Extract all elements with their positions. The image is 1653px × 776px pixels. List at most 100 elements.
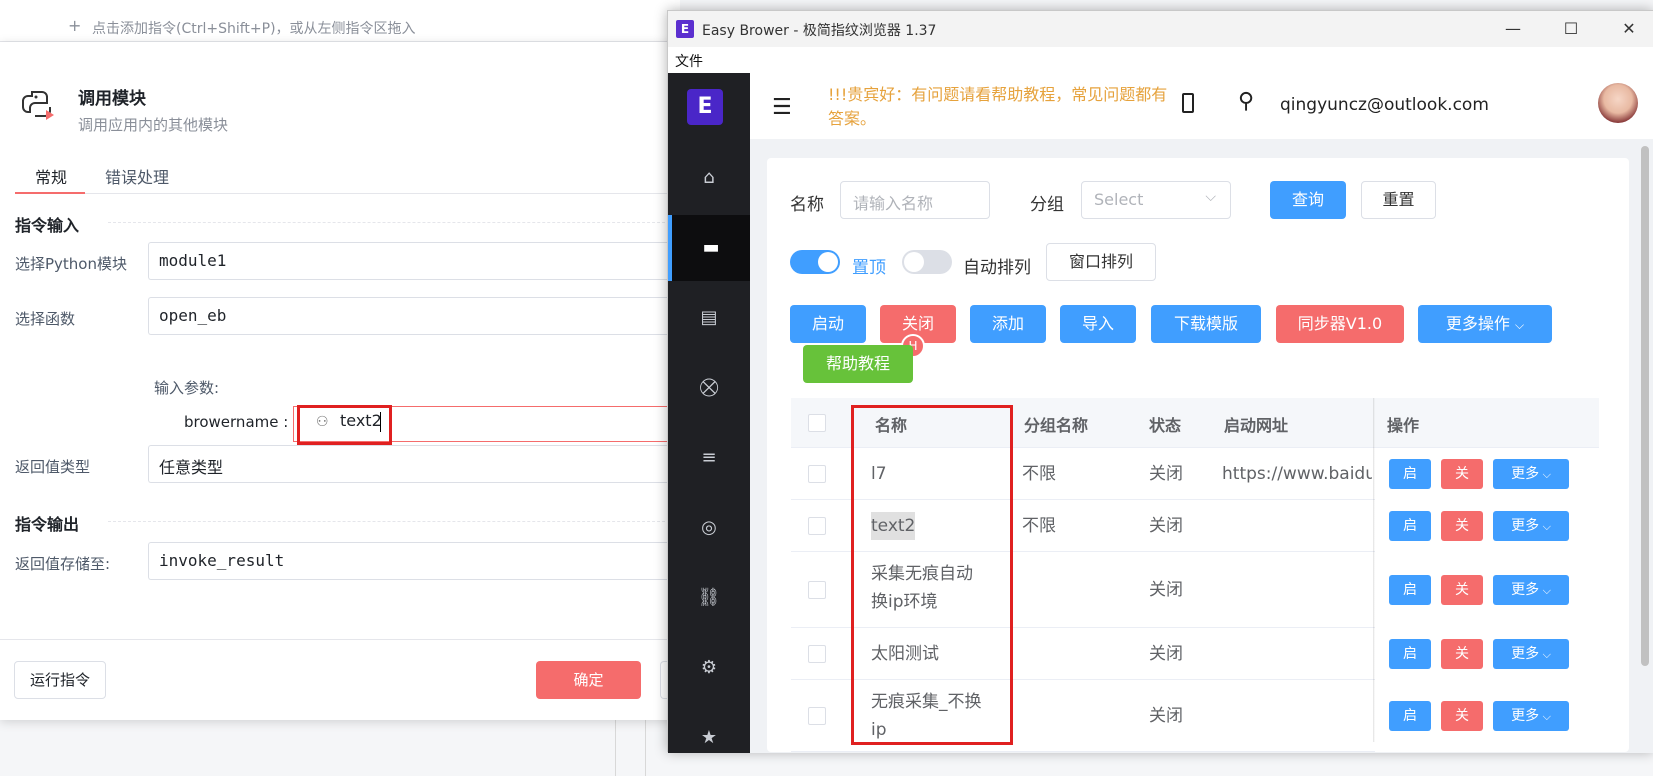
- row-more-button[interactable]: 更多 ⌵: [1493, 459, 1569, 489]
- cell-status: 关闭: [1149, 644, 1183, 664]
- row-close-button[interactable]: 关: [1441, 639, 1483, 669]
- target-icon[interactable]: ◎: [668, 495, 750, 561]
- star-icon[interactable]: ★: [668, 705, 750, 771]
- module-select[interactable]: module1: [148, 242, 680, 280]
- start-button[interactable]: 启动: [790, 305, 866, 343]
- row-checkbox[interactable]: [808, 465, 826, 483]
- confirm-button[interactable]: 确定: [536, 661, 641, 699]
- divider: [615, 715, 616, 776]
- footer-divider: [0, 639, 680, 640]
- row-close-button[interactable]: 关: [1441, 511, 1483, 541]
- row-checkbox[interactable]: [808, 645, 826, 663]
- download-template-button[interactable]: 下载模版: [1151, 305, 1261, 343]
- user-email[interactable]: qingyuncz@outlook.com: [1280, 95, 1489, 115]
- col-actions: 操作: [1387, 416, 1420, 435]
- row-more-label: 更多: [1511, 518, 1540, 534]
- auto-arrange-label: 自动排列: [963, 258, 1031, 278]
- store-result-input[interactable]: invoke_result: [148, 542, 680, 580]
- col-status[interactable]: 状态: [1149, 412, 1181, 436]
- settings-icon[interactable]: ⚙: [668, 635, 750, 701]
- toggle-knob: [818, 252, 838, 272]
- chevron-down-icon: ⌵: [1205, 189, 1216, 205]
- scrollbar[interactable]: [1641, 146, 1649, 666]
- tab-error-handling[interactable]: 错误处理: [105, 164, 169, 194]
- minimize-icon[interactable]: —: [1498, 17, 1528, 41]
- chevron-down-icon: ⌵: [1539, 468, 1551, 481]
- chevron-down-icon: ⌵: [1539, 584, 1551, 597]
- row-start-button[interactable]: 启: [1389, 575, 1431, 605]
- menu-collapse-icon[interactable]: ☰: [772, 95, 792, 120]
- row-checkbox[interactable]: [808, 707, 826, 725]
- row-more-button[interactable]: 更多 ⌵: [1493, 511, 1569, 541]
- list-icon[interactable]: ≡: [668, 425, 750, 491]
- return-type-label: 返回值类型: [15, 458, 91, 476]
- cell-url[interactable]: https://www.baidu: [1222, 460, 1372, 488]
- chevron-down-icon: ⌵: [1539, 648, 1551, 661]
- pin-toggle[interactable]: [790, 250, 840, 274]
- store-result-label: 返回值存储至:: [15, 555, 111, 573]
- monitor-icon[interactable]: ▬: [668, 215, 750, 281]
- row-close-button[interactable]: 关: [1441, 701, 1483, 731]
- function-select[interactable]: open_eb: [148, 297, 680, 335]
- row-start-button[interactable]: 启: [1389, 511, 1431, 541]
- auto-arrange-toggle[interactable]: [902, 250, 952, 274]
- row-checkbox[interactable]: [808, 517, 826, 535]
- more-actions-button[interactable]: 更多操作 ⌵: [1418, 305, 1552, 343]
- group-filter-placeholder: Select: [1094, 190, 1144, 209]
- home-icon[interactable]: ⌂: [668, 145, 750, 211]
- window-arrange-button[interactable]: 窗口排列: [1046, 243, 1156, 281]
- link-icon[interactable]: ⛓: [668, 565, 750, 631]
- toggle-knob: [904, 252, 924, 272]
- reset-button[interactable]: 重置: [1361, 181, 1436, 219]
- notice-text: !!!贵宾好：有问题请看帮助教程，常见问题都有答案。: [828, 85, 1168, 128]
- row-close-button[interactable]: 关: [1441, 575, 1483, 605]
- group-filter-select[interactable]: Select ⌵: [1081, 181, 1231, 219]
- menu-item-file[interactable]: 文件: [675, 51, 703, 71]
- col-group[interactable]: 分组名称: [1024, 412, 1088, 436]
- cart-icon[interactable]: ⛒: [668, 355, 750, 421]
- group-filter-label: 分组: [1030, 195, 1064, 215]
- divider: [645, 715, 646, 776]
- return-type-select[interactable]: 任意类型: [148, 445, 680, 483]
- add-button[interactable]: 添加: [970, 305, 1046, 343]
- col-url[interactable]: 启动网址: [1224, 412, 1288, 436]
- avatar[interactable]: [1598, 83, 1638, 123]
- window-title: Easy Brower - 极简指纹浏览器 1.37: [702, 23, 937, 39]
- cell-group: 不限: [1022, 516, 1056, 536]
- row-more-button[interactable]: 更多 ⌵: [1493, 575, 1569, 605]
- add-command-hint[interactable]: 点击添加指令(Ctrl+Shift+P)，或从左侧指令区拖入: [92, 18, 416, 38]
- search-icon[interactable]: ⚲: [1238, 89, 1254, 114]
- param-name-label: browername :: [184, 413, 289, 431]
- cell-status: 关闭: [1149, 516, 1183, 536]
- row-start-button[interactable]: 启: [1389, 459, 1431, 489]
- row-close-button[interactable]: 关: [1441, 459, 1483, 489]
- sync-button[interactable]: 同步器V1.0: [1276, 305, 1404, 343]
- window-titlebar[interactable]: E Easy Brower - 极简指纹浏览器 1.37 — ☐ ✕: [668, 11, 1653, 47]
- cell-group: 不限: [1022, 464, 1056, 484]
- row-more-button[interactable]: 更多 ⌵: [1493, 639, 1569, 669]
- select-all-checkbox[interactable]: [808, 414, 826, 432]
- mobile-icon[interactable]: [1182, 93, 1194, 113]
- name-filter-input[interactable]: 请输入名称: [840, 181, 990, 219]
- cell-status: 关闭: [1149, 464, 1183, 484]
- section-divider: [108, 521, 680, 522]
- pin-label: 置顶: [852, 258, 886, 278]
- row-start-button[interactable]: 启: [1389, 701, 1431, 731]
- row-more-button[interactable]: 更多 ⌵: [1493, 701, 1569, 731]
- import-button[interactable]: 导入: [1060, 305, 1136, 343]
- plus-icon[interactable]: +: [68, 16, 81, 35]
- chevron-down-icon: ⌵: [1539, 710, 1551, 723]
- tab-general[interactable]: 常规: [35, 164, 67, 194]
- help-button[interactable]: 帮助教程: [803, 345, 913, 383]
- document-icon[interactable]: ▤: [668, 285, 750, 351]
- row-more-label: 更多: [1511, 466, 1540, 482]
- nav-logo[interactable]: E: [687, 89, 723, 125]
- search-button[interactable]: 查询: [1270, 181, 1346, 219]
- dialog-subtitle: 调用应用内的其他模块: [78, 116, 229, 134]
- python-module-icon: [22, 91, 54, 120]
- row-start-button[interactable]: 启: [1389, 639, 1431, 669]
- close-icon[interactable]: ✕: [1614, 17, 1644, 41]
- maximize-icon[interactable]: ☐: [1556, 17, 1586, 41]
- run-command-button[interactable]: 运行指令: [14, 661, 106, 699]
- row-checkbox[interactable]: [808, 581, 826, 599]
